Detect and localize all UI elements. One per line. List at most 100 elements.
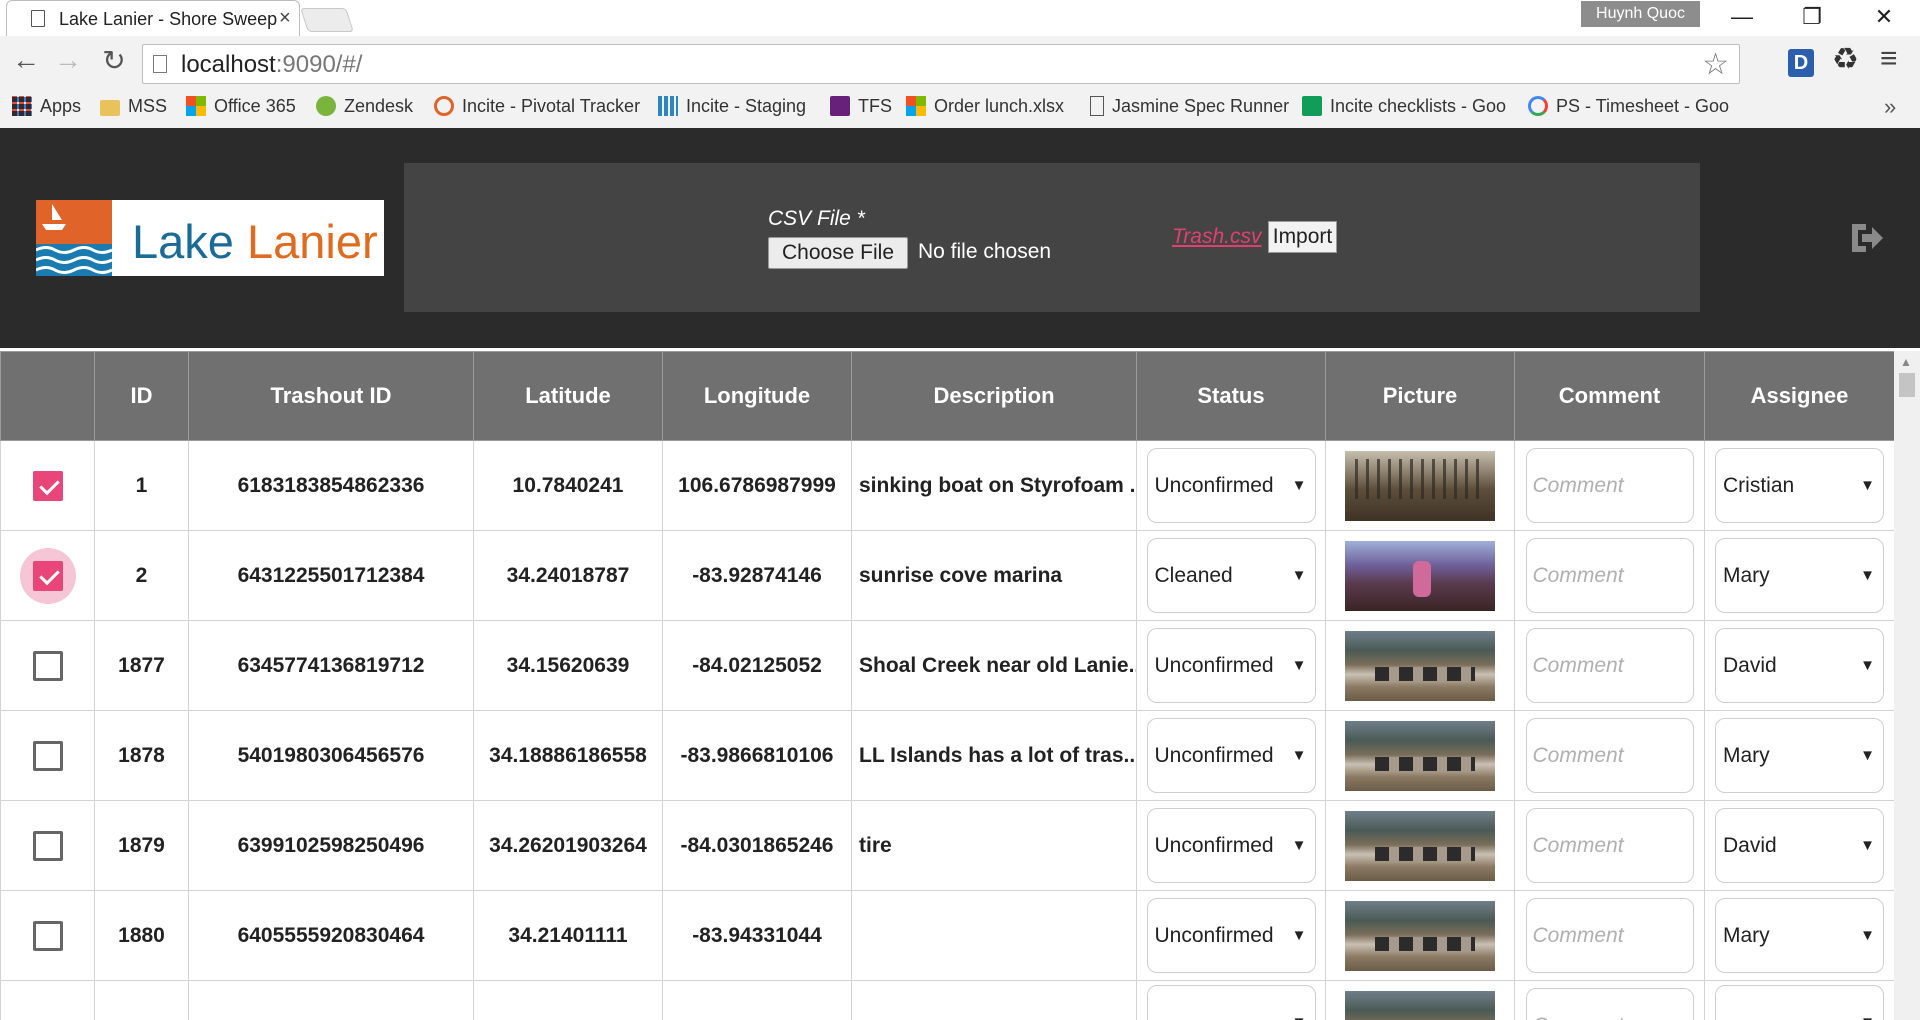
select-cell [0,620,95,711]
address-bar[interactable]: localhost:9090/#/ ☆ [142,44,1740,84]
row-checkbox[interactable] [32,470,63,501]
tab-close-icon[interactable]: × [279,7,291,30]
assignee-select[interactable]: ▼ [1715,985,1884,1020]
restore-icon[interactable]: ❐ [1792,4,1832,30]
row-checkbox[interactable] [32,920,63,951]
bookmark-tfs[interactable]: TFS [830,92,892,128]
row-checkbox[interactable] [32,650,63,681]
bookmark-jasmine-spec-runner[interactable]: Jasmine Spec Runner [1090,92,1289,128]
select-cell [0,980,95,1020]
d-extension-icon[interactable]: D [1788,49,1814,77]
description-cell: LL Islands has a lot of tras... [851,710,1137,801]
bookmark-ps-timesheet-goo[interactable]: PS - Timesheet - Goo [1528,92,1729,128]
row-checkbox[interactable] [32,560,63,591]
minimize-icon[interactable]: — [1722,4,1762,30]
trash-photo-thumbnail[interactable] [1345,810,1495,881]
trash-reports-table: ID Trashout ID Latitude Longitude Descriptio… [0,351,1894,1020]
reload-icon[interactable]: ↻ [96,44,132,77]
column-header-description: Description [851,351,1137,441]
trashout-id-cell: 6399102598250496 [188,800,474,891]
assignee-select[interactable]: Mary ▼ [1715,898,1884,973]
status-select[interactable]: ▼ [1146,985,1316,1020]
table-row: 1 6183183854862336 10.7840241 106.678698799… [0,440,1894,531]
dropdown-arrow-icon: ▼ [1291,567,1307,584]
logout-icon[interactable] [1848,222,1884,254]
status-select[interactable]: Unconfirmed ▼ [1146,718,1316,793]
profile-badge[interactable]: Huynh Quoc [1581,1,1700,27]
assignee-value: Cristian [1723,474,1795,497]
dropdown-arrow-icon: ▼ [1860,986,1875,1020]
google-icon [1528,96,1548,116]
description-cell [851,980,1137,1020]
bookmarks-overflow-icon[interactable]: » [1884,94,1896,120]
latitude-cell: 34.24018787 [473,530,663,621]
scrollbar-thumb[interactable] [1899,373,1915,397]
assignee-cell: David ▼ [1704,620,1894,711]
assignee-value: Mary [1723,744,1770,767]
assignee-select[interactable]: Cristian ▼ [1715,448,1884,523]
new-tab-button[interactable] [300,8,354,32]
bookmark-incite-checklists-goo[interactable]: Incite checklists - Goo [1302,92,1506,128]
assignee-select[interactable]: David ▼ [1715,808,1884,883]
back-icon[interactable]: ← [8,44,44,76]
scroll-up-icon[interactable]: ▲ [1900,355,1912,369]
chrome-menu-icon[interactable]: ≡ [1880,42,1898,76]
bookmark-office-365[interactable]: Office 365 [186,92,296,128]
bookmark-label: TFS [858,96,892,116]
sample-csv-link[interactable]: Trash.csv [1172,225,1261,249]
assignee-select[interactable]: Mary ▼ [1715,718,1884,793]
longitude-cell [662,980,852,1020]
bookmark-mss[interactable]: MSS [100,92,167,128]
table-scrollbar[interactable]: ▲ [1894,351,1920,1020]
longitude-cell: -83.9866810106 [662,710,852,801]
status-select[interactable]: Unconfirmed ▼ [1146,628,1316,703]
comment-input[interactable]: Comment [1525,988,1694,1020]
status-cell: Unconfirmed ▼ [1136,620,1326,711]
close-window-icon[interactable]: ✕ [1864,4,1904,30]
bookmark-star-icon[interactable]: ☆ [1702,47,1729,82]
csv-import-panel: CSV File * Choose File No file chosen Tr… [404,163,1700,312]
picture-cell [1325,710,1515,801]
forward-icon[interactable]: → [50,44,86,76]
import-button[interactable]: Import [1268,221,1337,253]
status-select[interactable]: Cleaned ▼ [1146,538,1316,613]
picture-cell [1325,620,1515,711]
trash-photo-thumbnail[interactable] [1345,630,1495,701]
trash-photo-thumbnail[interactable] [1345,900,1495,971]
status-select[interactable]: Unconfirmed ▼ [1146,808,1316,883]
bookmark-incite-staging[interactable]: Incite - Staging [658,92,806,128]
trash-photo-thumbnail[interactable] [1345,720,1495,791]
description-cell: sunrise cove marina [851,530,1137,621]
row-checkbox[interactable] [32,740,63,771]
bookmark-apps[interactable]: Apps [12,92,81,128]
assignee-value: Mary [1723,564,1770,587]
trash-photo-thumbnail[interactable] [1345,450,1495,521]
comment-input[interactable]: Comment [1525,538,1694,613]
office365-icon [186,96,206,116]
trash-photo-thumbnail[interactable] [1345,990,1495,1020]
comment-input[interactable]: Comment [1525,628,1694,703]
comment-input[interactable]: Comment [1525,898,1694,973]
recycle-extension-icon[interactable]: ♻ [1832,42,1859,77]
trash-photo-thumbnail[interactable] [1345,540,1495,611]
comment-input[interactable]: Comment [1525,808,1694,883]
bookmark-incite-pivotal-tracker[interactable]: Incite - Pivotal Tracker [434,92,640,128]
comment-cell: Comment [1514,800,1705,891]
status-select[interactable]: Unconfirmed ▼ [1146,448,1316,523]
picture-cell [1325,980,1515,1020]
assignee-select[interactable]: David ▼ [1715,628,1884,703]
picture-cell [1325,800,1515,891]
assignee-select[interactable]: Mary ▼ [1715,538,1884,613]
browser-tab[interactable]: Lake Lanier - Shore Sweep × [6,0,300,36]
choose-file-button[interactable]: Choose File [768,237,908,269]
comment-input[interactable]: Comment [1525,718,1694,793]
status-select[interactable]: Unconfirmed ▼ [1146,898,1316,973]
row-checkbox[interactable] [32,830,63,861]
id-cell: 1 [94,440,189,531]
table-header-row: ID Trashout ID Latitude Longitude Descriptio… [0,351,1894,441]
comment-input[interactable]: Comment [1525,448,1694,523]
status-value: Unconfirmed [1154,744,1274,767]
bookmark-order-lunch-xlsx[interactable]: Order lunch.xlsx [906,92,1064,128]
bookmark-zendesk[interactable]: Zendesk [316,92,413,128]
column-header-assignee: Assignee [1704,351,1894,441]
